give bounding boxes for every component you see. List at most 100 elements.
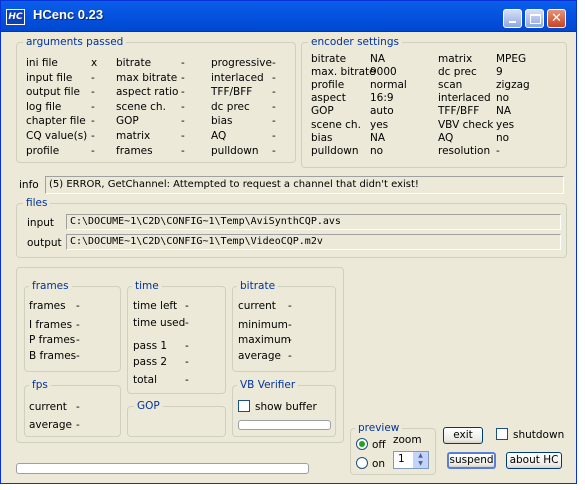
- encoder-setting-value: no: [496, 92, 510, 105]
- encoder-setting-label: scene ch.: [311, 118, 361, 131]
- encoder-setting-label: GOP: [311, 105, 334, 118]
- frames-stat-label: P frames: [29, 334, 76, 346]
- fps-stat-value: -: [76, 419, 80, 431]
- arg-value: -: [272, 71, 276, 84]
- fps-stat-value: -: [76, 401, 80, 413]
- time-stat-label: total: [133, 374, 158, 386]
- encoder-setting-value: -: [496, 144, 500, 157]
- arg-label: TFF/BFF: [211, 86, 253, 99]
- bitrate-stat-label: current: [238, 300, 276, 312]
- bitrate-stat-label: average: [238, 350, 281, 362]
- bitrate-stat-value: -: [288, 334, 292, 346]
- arg-label: progressive: [211, 57, 272, 69]
- show-buffer-checkbox[interactable]: [238, 400, 250, 412]
- time-stat-label: pass 1: [133, 340, 168, 352]
- frames-stat-label: frames: [29, 300, 66, 312]
- title-bar[interactable]: HC HCenc 0.23 ✕: [1, 1, 576, 32]
- frames-stat-value: -: [76, 334, 80, 346]
- encoder-setting-value: no: [496, 131, 510, 144]
- preview-off-label: off: [372, 439, 386, 451]
- arg-label: ini file: [26, 57, 58, 69]
- bitrate-stat-value: -: [288, 319, 292, 331]
- arg-value: -: [91, 130, 95, 142]
- encoder-setting-label: profile: [311, 79, 345, 92]
- arg-value: x: [91, 57, 98, 69]
- hcenc-window: HC HCenc 0.23 ✕ arguments passed encoder…: [0, 0, 577, 484]
- arg-value: -: [181, 130, 185, 142]
- encoder-setting-label: resolution: [438, 144, 491, 157]
- encoder-setting-label: TFF/BFF: [438, 105, 480, 118]
- arg-label: profile: [26, 144, 60, 157]
- arg-value: -: [181, 86, 185, 99]
- input-path-field[interactable]: C:\DOCUME~1\C2D\CONFIG~1\Temp\AviSynthCQ…: [66, 214, 561, 230]
- arg-value: -: [272, 144, 276, 157]
- vbv-buffer-bar: [238, 420, 331, 430]
- encoder-setting-label: aspect: [311, 92, 346, 105]
- arg-label: chapter file: [26, 115, 86, 128]
- preview-off-radio[interactable]: [356, 438, 368, 450]
- encoder-setting-value: NA: [370, 131, 386, 144]
- encoder-setting-value: yes: [370, 118, 389, 131]
- arg-value: -: [181, 144, 185, 157]
- files-legend: files: [23, 197, 51, 209]
- encoder-setting-value: normal: [370, 79, 407, 92]
- time-stat-label: time used: [133, 317, 186, 329]
- exit-button[interactable]: exit: [443, 427, 483, 444]
- gop-legend: GOP: [134, 400, 163, 412]
- frames-legend: frames: [29, 280, 72, 292]
- encoder-setting-label: dc prec: [438, 66, 477, 79]
- encoder-setting-label: matrix: [438, 53, 473, 65]
- frames-stat-label: I frames: [29, 319, 73, 331]
- close-button[interactable]: ✕: [547, 9, 566, 28]
- vb-verifier-legend: VB Verifier: [237, 379, 299, 391]
- arg-label: scene ch.: [116, 100, 166, 113]
- frames-stat-label: B frames: [29, 350, 77, 362]
- arg-label: log file: [26, 100, 62, 113]
- close-icon: ✕: [551, 11, 562, 26]
- arg-label: aspect ratio: [116, 86, 179, 99]
- show-buffer-label: show buffer: [255, 401, 317, 413]
- app-icon: HC: [6, 9, 25, 25]
- window-title: HCenc 0.23: [33, 7, 104, 22]
- maximize-button[interactable]: [525, 9, 544, 28]
- shutdown-checkbox[interactable]: [496, 428, 508, 440]
- info-message: (5) ERROR, GetChannel: Attempted to requ…: [45, 176, 564, 194]
- time-stat-value: -: [185, 317, 189, 329]
- time-stat-value: -: [185, 340, 189, 352]
- frames-stat-value: -: [76, 350, 80, 362]
- encoder-setting-value: 16:9: [370, 92, 394, 105]
- suspend-button[interactable]: suspend: [447, 452, 496, 469]
- zoom-spinner[interactable]: 1 ▲ ▼: [393, 451, 429, 469]
- encoder-setting-value: MPEG: [496, 53, 527, 65]
- encoder-setting-value: no: [370, 144, 384, 157]
- arg-value: -: [91, 144, 95, 157]
- arg-label: GOP: [116, 115, 139, 128]
- zoom-value: 1: [398, 453, 405, 465]
- zoom-label: zoom: [393, 434, 422, 446]
- arg-value: -: [91, 86, 95, 99]
- input-label: input: [27, 217, 55, 229]
- time-legend: time: [132, 280, 162, 292]
- encoder-setting-value: NA: [370, 53, 386, 65]
- arg-value: -: [181, 115, 185, 128]
- arg-label: matrix: [116, 130, 151, 142]
- arg-value: -: [272, 86, 276, 99]
- output-path-field[interactable]: C:\DOCUME~1\C2D\CONFIG~1\Temp\VideoCQP.m…: [66, 234, 561, 250]
- encoder-setting-value: 9000: [370, 66, 397, 79]
- encoder-setting-label: bitrate: [311, 53, 347, 65]
- arg-label: CQ value(s): [26, 130, 88, 142]
- preview-on-radio[interactable]: [356, 457, 368, 469]
- minimize-button[interactable]: [503, 9, 522, 28]
- time-stat-label: time left: [133, 300, 178, 312]
- preview-on-label: on: [372, 458, 386, 470]
- zoom-up-icon[interactable]: ▲: [413, 452, 428, 460]
- arg-label: pulldown: [211, 144, 259, 157]
- about-hc-button[interactable]: about HC: [506, 452, 562, 469]
- bitrate-stat-value: -: [288, 350, 292, 362]
- info-label: info: [19, 179, 39, 191]
- fps-legend: fps: [29, 379, 51, 391]
- time-stat-label: pass 2: [133, 356, 168, 368]
- bitrate-stat-value: -: [288, 300, 292, 312]
- zoom-down-icon[interactable]: ▼: [413, 460, 428, 468]
- maximize-icon: [530, 14, 541, 24]
